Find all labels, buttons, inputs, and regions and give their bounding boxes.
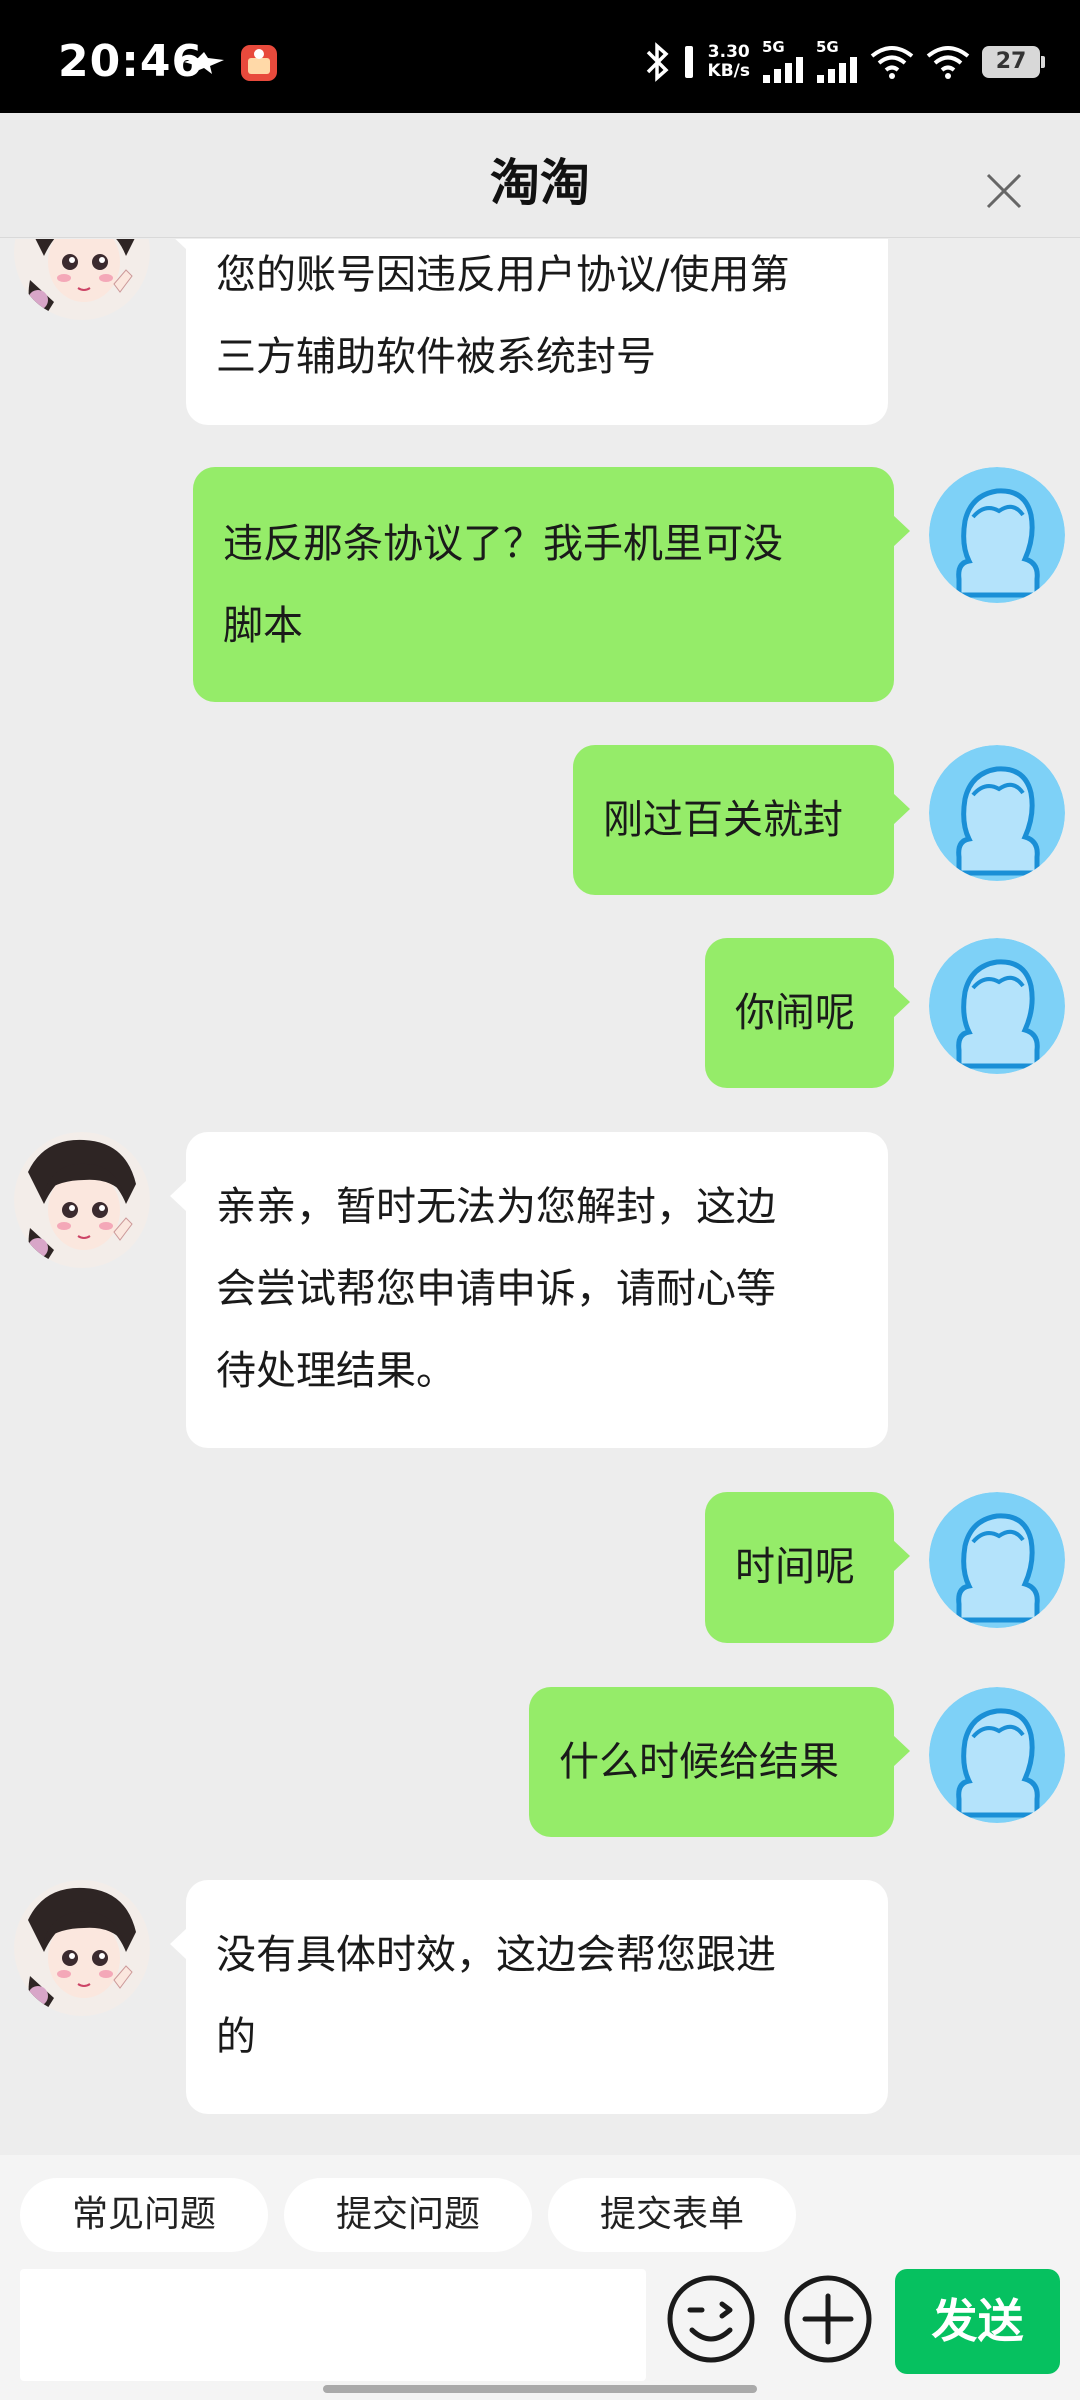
user-avatar[interactable]	[929, 1687, 1065, 1823]
message-line: 您的账号因违反用户协议/使用第	[216, 252, 790, 298]
message-line: 没有具体时效，这边会帮您跟进	[216, 1932, 776, 1978]
bird-icon	[184, 52, 224, 74]
message-line: 三方辅助软件被系统封号	[216, 334, 656, 380]
signal-2-label: 5G	[816, 38, 839, 56]
chat-header: 淘淘	[0, 113, 1080, 238]
signal-1: 5G	[762, 40, 804, 83]
quick-reply-submit-question[interactable]: 提交问题	[284, 2178, 532, 2252]
status-bar: 20:46 3.30 KB/s 5G 5G 27	[0, 0, 1080, 113]
status-left-icons	[182, 44, 278, 82]
message-bubble-incoming: 没有具体时效，这边会帮您跟进 的	[170, 1880, 888, 2114]
signal-icon	[817, 57, 857, 83]
vibrate-icon	[684, 45, 693, 78]
message-line: 什么时候给结果	[559, 1739, 839, 1785]
message-bubble-outgoing: 刚过百关就封	[573, 745, 910, 895]
message-line: 亲亲，暂时无法为您解封，这边	[216, 1184, 776, 1230]
user-avatar[interactable]	[929, 938, 1065, 1074]
user-avatar[interactable]	[929, 745, 1065, 881]
app-icon	[241, 45, 277, 81]
net-speed-value: 3.30	[707, 41, 750, 62]
agent-avatar[interactable]	[14, 239, 150, 320]
signal-1-label: 5G	[762, 38, 785, 56]
wifi-icon	[926, 45, 970, 79]
status-right-icons: 3.30 KB/s 5G 5G 27	[644, 40, 1045, 83]
net-speed: 3.30 KB/s	[707, 41, 750, 81]
quick-reply-submit-form[interactable]: 提交表单	[548, 2178, 796, 2252]
send-button[interactable]: 发送	[895, 2269, 1060, 2374]
chat-messages[interactable]: 您的账号因违反用户协议/使用第 三方辅助软件被系统封号 违反那条协议了？我手机里…	[0, 239, 1080, 2155]
message-bubble-incoming: 您的账号因违反用户协议/使用第 三方辅助软件被系统封号	[170, 239, 888, 425]
message-bubble-outgoing: 违反那条协议了？我手机里可没 脚本	[193, 467, 910, 702]
message-line: 脚本	[223, 603, 303, 649]
chat-title: 淘淘	[490, 154, 590, 212]
signal-icon	[763, 57, 803, 83]
message-line: 待处理结果。	[216, 1348, 456, 1394]
plus-icon[interactable]	[783, 2274, 873, 2364]
agent-avatar[interactable]	[14, 1132, 150, 1268]
composer: 常见问题 提交问题 提交表单 发送	[0, 2155, 1080, 2400]
message-line: 刚过百关就封	[603, 797, 843, 843]
message-line: 的	[216, 2014, 256, 2060]
net-speed-unit: KB/s	[707, 60, 750, 81]
quick-reply-faq[interactable]: 常见问题	[20, 2178, 268, 2252]
close-icon[interactable]	[984, 171, 1024, 211]
home-indicator[interactable]	[323, 2385, 757, 2393]
quick-replies: 常见问题 提交问题 提交表单	[20, 2178, 796, 2252]
emoji-icon[interactable]	[666, 2274, 756, 2364]
agent-avatar[interactable]	[14, 1880, 150, 2016]
message-input[interactable]	[20, 2269, 646, 2381]
message-line: 时间呢	[735, 1544, 855, 1590]
message-bubble-outgoing: 你闹呢	[705, 938, 910, 1088]
user-avatar[interactable]	[929, 1492, 1065, 1628]
wifi-icon	[870, 45, 914, 79]
battery-icon: 27	[982, 45, 1045, 78]
message-bubble-outgoing: 什么时候给结果	[529, 1687, 910, 1837]
user-avatar[interactable]	[929, 467, 1065, 603]
message-line: 违反那条协议了？我手机里可没	[223, 521, 783, 567]
message-bubble-outgoing: 时间呢	[705, 1492, 910, 1643]
message-line: 会尝试帮您申请申诉，请耐心等	[216, 1266, 776, 1312]
bluetooth-icon	[646, 41, 669, 82]
message-bubble-incoming: 亲亲，暂时无法为您解封，这边 会尝试帮您申请申诉，请耐心等 待处理结果。	[170, 1132, 888, 1448]
message-line: 你闹呢	[735, 990, 855, 1036]
signal-2: 5G	[816, 40, 858, 83]
